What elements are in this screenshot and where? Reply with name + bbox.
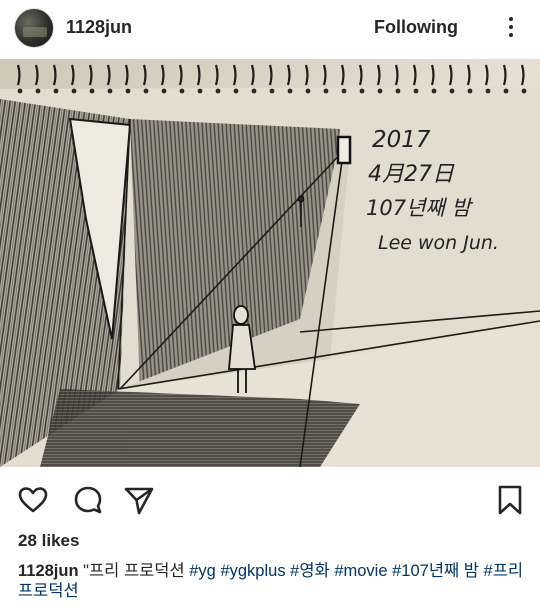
more-options-icon[interactable] bbox=[496, 12, 526, 42]
note-date: 4月27日 bbox=[368, 162, 455, 187]
sketch-image: 2017 4月27日 107년째 밤 Lee won Jun. bbox=[0, 59, 540, 467]
likes-count[interactable]: 28 likes bbox=[18, 531, 79, 551]
note-signature: Lee won Jun. bbox=[378, 232, 499, 254]
header-username[interactable]: 1128jun bbox=[66, 17, 132, 38]
hashtag[interactable]: #ygkplus bbox=[220, 562, 285, 580]
bookmark-icon[interactable] bbox=[494, 484, 526, 516]
post-caption: 1128jun "프리 프로덕션 #yg #ygkplus #영화 #movie… bbox=[18, 561, 528, 601]
caption-username[interactable]: 1128jun bbox=[18, 562, 79, 580]
note-title: 107년째 밤 bbox=[366, 196, 473, 220]
note-year: 2017 bbox=[372, 127, 431, 153]
hashtag[interactable]: #movie bbox=[334, 562, 387, 580]
profile-avatar[interactable] bbox=[14, 8, 54, 48]
following-button[interactable]: Following bbox=[374, 17, 458, 38]
hashtag[interactable]: #yg bbox=[189, 562, 216, 580]
hashtag[interactable]: #107년째 bbox=[392, 562, 459, 580]
share-icon[interactable] bbox=[123, 484, 155, 516]
caption-text: "프리 프로덕션 bbox=[83, 562, 190, 580]
comment-icon[interactable] bbox=[72, 484, 104, 516]
hashtag[interactable]: #영화 bbox=[290, 562, 330, 580]
post-header: 1128jun Following bbox=[0, 0, 540, 58]
heart-icon[interactable] bbox=[17, 484, 49, 516]
post-actions bbox=[0, 475, 540, 525]
post-photo[interactable]: 2017 4月27日 107년째 밤 Lee won Jun. bbox=[0, 59, 540, 467]
